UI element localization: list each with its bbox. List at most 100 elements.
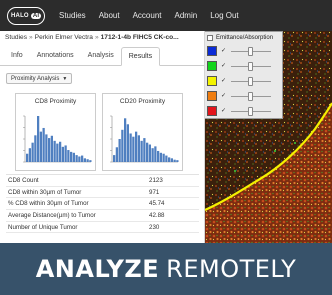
tab-analysis[interactable]: Analysis [81, 47, 121, 66]
channel-row-orange: ✓ [204, 88, 282, 103]
stat-label: Number of Unique Tumor [8, 223, 78, 231]
histogram-bar [113, 155, 116, 162]
channel-swatch-orange[interactable] [207, 90, 217, 101]
breadcrumb-separator: » [94, 34, 99, 41]
histogram-bar [121, 129, 124, 162]
histogram-bar [168, 157, 171, 162]
histogram-bar [154, 146, 157, 162]
histogram-bar [56, 143, 59, 162]
chart-title: CD20 Proximity [119, 98, 166, 105]
stats-table: CD8 Count 2123 CD8 within 30µm of Tumor … [6, 174, 199, 234]
tab-results[interactable]: Results [120, 47, 161, 66]
channel-check-red[interactable]: ✓ [221, 107, 228, 114]
histogram-bar [75, 155, 78, 162]
histogram-bar [78, 156, 81, 162]
stat-value: 45.74 [149, 200, 165, 208]
results-panel: Studies» Perkin Elmer Vectra» 1712-1-4b FI… [0, 31, 205, 243]
table-row: CD8 Count 2123 [6, 175, 199, 187]
histogram-bar [162, 153, 165, 162]
halo-logo[interactable]: HALO AI [7, 6, 46, 25]
stat-label: % CD8 within 30µm of Tumor [8, 200, 89, 208]
breadcrumb-current: 1712-1-4b FIHC5 CK-co... [100, 34, 179, 41]
histogram-bar [115, 147, 118, 162]
channel-slider-orange[interactable] [231, 91, 271, 101]
logo-text: HALO [11, 12, 29, 19]
histogram-bar [146, 142, 149, 162]
channel-swatch-yellow[interactable] [207, 75, 217, 86]
slider-thumb[interactable] [248, 61, 253, 71]
histogram-bar [26, 153, 29, 162]
channel-panel: Emittance/Absorption ✓ ✓ ✓ ✓ ✓ [203, 31, 283, 119]
histogram-bar [159, 152, 162, 162]
promo-banner: ANALYZE REMOTELY [0, 243, 332, 295]
cd8-proximity-chart: CD8 Proximity [15, 93, 96, 171]
slider-thumb[interactable] [248, 91, 253, 101]
histogram-bar [61, 146, 64, 162]
histogram-bar [151, 148, 154, 162]
channel-slider-yellow[interactable] [231, 76, 271, 86]
banner-light-text: REMOTELY [166, 255, 297, 283]
histogram-bar [170, 158, 173, 162]
channel-row-red: ✓ [204, 103, 282, 118]
nav-studies[interactable]: Studies [59, 11, 86, 20]
logo-mark: HALO AI [7, 6, 46, 25]
channel-swatch-green[interactable] [207, 60, 217, 71]
histogram-bar [118, 139, 121, 162]
cd20-proximity-chart: CD20 Proximity [102, 93, 183, 171]
top-nav: HALO AI Studies About Account Admin Log … [0, 0, 332, 31]
analysis-type-dropdown[interactable]: Proximity Analysis ▼ [6, 73, 73, 84]
stat-label: Average Distance(µm) to Tumor [8, 211, 96, 219]
histogram-bar [48, 138, 51, 162]
breadcrumb-separator: » [29, 34, 33, 41]
table-row: Average Distance(µm) to Tumor 42.88 [6, 210, 199, 222]
chart-title: CD8 Proximity [34, 98, 77, 105]
tab-info[interactable]: Info [4, 47, 30, 66]
histogram-bar [137, 135, 140, 162]
cd20-histogram [110, 115, 179, 163]
histogram-bar [31, 142, 34, 162]
stat-label: CD8 Count [8, 176, 39, 184]
breadcrumb-studies[interactable]: Studies [5, 34, 27, 41]
histogram-bar [70, 151, 73, 162]
channel-slider-blue[interactable] [231, 46, 271, 56]
channel-check-yellow[interactable]: ✓ [221, 77, 228, 84]
nav-account[interactable]: Account [133, 11, 162, 20]
channel-slider-red[interactable] [231, 106, 271, 116]
slider-thumb[interactable] [248, 46, 253, 56]
histogram-bar [89, 160, 92, 162]
histogram-bar [143, 138, 146, 162]
histogram-bar [67, 150, 70, 162]
stat-label: CD8 within 30µm of Tumor [8, 188, 82, 196]
histogram-bar [124, 118, 127, 162]
tab-annotations[interactable]: Annotations [30, 47, 81, 66]
histogram-bar [45, 134, 48, 162]
banner-bold-text: ANALYZE [35, 255, 160, 283]
nav-menu: Studies About Account Admin Log Out [59, 11, 252, 20]
channel-check-blue[interactable]: ✓ [221, 47, 228, 54]
stat-value: 971 [149, 188, 160, 196]
slider-thumb[interactable] [248, 76, 253, 86]
histogram-bar [140, 140, 143, 162]
histogram-bar [165, 155, 168, 162]
table-row: CD8 within 30µm of Tumor 971 [6, 187, 199, 199]
channel-row-yellow: ✓ [204, 73, 282, 88]
channel-check-orange[interactable]: ✓ [221, 92, 228, 99]
channel-swatch-blue[interactable] [207, 45, 217, 56]
histogram-bar [50, 135, 53, 162]
histogram-bar [81, 155, 84, 162]
nav-admin[interactable]: Admin [175, 11, 198, 20]
channel-slider-green[interactable] [231, 61, 271, 71]
dropdown-label: Proximity Analysis [11, 75, 60, 82]
breadcrumb-study[interactable]: Perkin Elmer Vectra [35, 34, 93, 41]
slider-thumb[interactable] [248, 106, 253, 116]
nav-logout[interactable]: Log Out [210, 11, 238, 20]
panel-collapse-checkbox[interactable] [207, 34, 213, 41]
histogram-bar [83, 158, 86, 162]
channel-check-green[interactable]: ✓ [221, 62, 228, 69]
stat-value: 42.88 [149, 211, 165, 219]
channel-panel-title: Emittance/Absorption [216, 34, 274, 41]
nav-about[interactable]: About [99, 11, 120, 20]
histogram-bar [28, 148, 31, 162]
breadcrumb: Studies» Perkin Elmer Vectra» 1712-1-4b FI… [0, 31, 204, 45]
channel-swatch-red[interactable] [207, 105, 217, 116]
